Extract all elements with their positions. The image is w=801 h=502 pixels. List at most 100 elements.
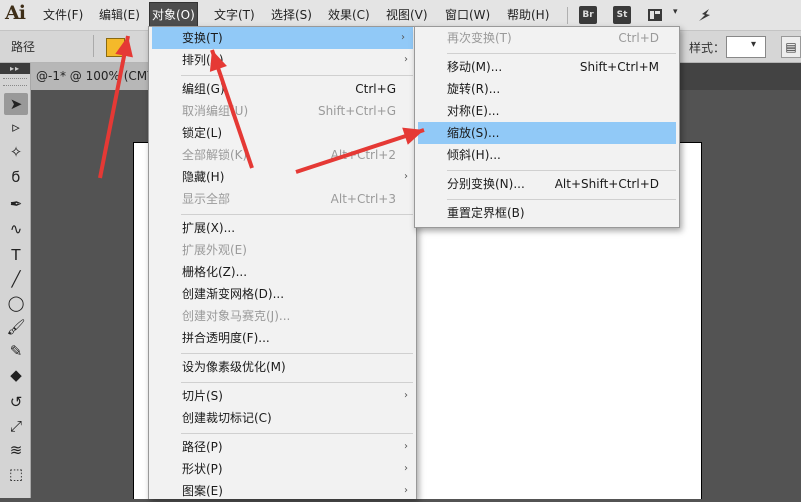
menu-item-label: 设为像素级优化(M) [182,360,286,374]
chevron-right-icon: › [404,441,408,452]
chevron-down-icon[interactable]: ▾ [673,7,678,17]
magic-wand-tool-icon[interactable]: ✧ [4,141,28,163]
chevron-right-icon: › [404,390,408,401]
menu-item[interactable]: 重置定界框(B) [415,202,679,224]
chevron-right-icon: › [404,485,408,496]
menu-item: 创建对象马赛克(J)... [149,305,416,327]
chevron-down-icon[interactable]: ▾ [751,39,756,50]
menu-item[interactable]: 创建渐变网格(D)... [149,283,416,305]
menu-item[interactable]: 缩放(S)... [418,122,676,144]
chevron-right-icon: › [404,171,408,182]
ellipse-tool-icon[interactable]: ◯ [4,292,28,314]
menu-item[interactable]: 锁定(L) › [149,122,416,144]
pen-tool-icon[interactable]: ✒ [4,193,28,215]
document-tab[interactable]: @-1* @ 100% (CMY [36,69,154,83]
menu-item[interactable]: 拼合透明度(F)... [149,327,416,349]
menu-item[interactable]: 排列(A) › [149,49,416,71]
menu-separator [447,169,676,171]
menu-item[interactable]: 切片(S) › [149,385,416,407]
menu-item[interactable]: 设为像素级优化(M) [149,356,416,378]
stock-button[interactable]: St [613,6,631,24]
menu-item-label: 创建裁切标记(C) [182,411,272,425]
menu-item-label: 显示全部 [182,192,231,206]
menu-item-label: 分别变换(N)... [447,177,525,191]
menu-item-shortcut: Shift+Ctrl+G [317,104,396,118]
menu-item[interactable]: 对称(E)... [415,100,679,122]
menu-item-label: 重置定界框(B) [447,206,525,220]
paintbrush-tool-icon[interactable]: 🖌 [4,316,28,338]
scale-tool-icon[interactable]: ⤢ [4,415,28,437]
menu-item-label: 扩展外观(E) [182,243,247,257]
chevron-right-icon: › [404,463,408,474]
menu-item[interactable]: 图案(E) › [149,480,416,502]
menu-item-label: 拼合透明度(F)... [182,331,270,345]
menu-item-label: 倾斜(H)... [447,148,501,162]
menu-item-label: 编组(G) [182,82,225,96]
type-tool-icon[interactable]: T [4,244,28,266]
line-segment-tool-icon[interactable]: ╱ [4,268,28,290]
gpu-performance-icon[interactable] [697,7,713,23]
menu-item[interactable]: 路径(P) › [149,436,416,458]
menu-item-label: 扩展(X)... [182,221,236,235]
fill-color-swatch[interactable] [106,38,125,57]
eraser-tool-icon[interactable]: ◆ [4,364,28,386]
menu-separator [181,381,413,383]
menu-separator [447,198,676,200]
object-menu: 变换(T) › 排列(A) › 编组(G) Ctrl+G 取消编组(U) Shift+Ctrl… [148,26,417,499]
free-transform-tool-icon[interactable]: ⬚ [4,463,28,485]
menu-separator [181,74,413,76]
panel-grip[interactable] [3,78,27,86]
menu-object[interactable]: 对象(O) [149,2,198,28]
menu-item-label: 创建渐变网格(D)... [182,287,285,301]
menu-item-label: 栅格化(Z)... [182,265,248,279]
menu-item[interactable]: 倾斜(H)... [415,144,679,166]
menu-item[interactable]: 栅格化(Z)... [149,261,416,283]
blob-brush-tool-icon[interactable]: ✎ [4,340,28,362]
menu-item[interactable]: 形状(P) › [149,458,416,480]
menu-item-shortcut: Shift+Ctrl+M [579,60,659,74]
menu-item[interactable]: 移动(M)... Shift+Ctrl+M [415,56,679,78]
workspace-layout-icon[interactable] [647,7,663,23]
style-picker[interactable] [726,36,766,58]
menu-item[interactable]: 隐藏(H) › [149,166,416,188]
menu-item[interactable]: 创建裁切标记(C) [149,407,416,429]
menu-edit[interactable]: 编辑(E) [99,0,140,30]
selection-tool-icon[interactable]: ➤ [4,93,28,115]
menu-item-label: 隐藏(H) [182,170,225,184]
menu-item[interactable]: 编组(G) Ctrl+G [149,78,416,100]
menu-item-shortcut: Alt+Shift+Ctrl+D [554,177,659,191]
menu-item-label: 切片(S) [182,389,223,403]
menu-item: 全部解锁(K) Alt+Ctrl+2 [149,144,416,166]
menu-item-label: 图案(E) [182,484,223,498]
menu-item: 再次变换(T) Ctrl+D [415,27,679,49]
menu-item-label: 缩放(S)... [447,126,500,140]
menu-item-label: 创建对象马赛克(J)... [182,309,291,323]
menu-divider [567,7,568,24]
menu-item-label: 旋转(R)... [447,82,501,96]
direct-selection-tool-icon[interactable]: ▹ [4,116,28,138]
chevron-right-icon: › [404,127,408,138]
menu-file[interactable]: 文件(F) [43,0,83,30]
panel-collapse-icon[interactable]: ▸▸ [0,63,30,74]
menu-item-label: 锁定(L) [182,126,223,140]
menu-item[interactable]: 分别变换(N)... Alt+Shift+Ctrl+D [415,173,679,195]
menu-item-label: 移动(M)... [447,60,503,74]
menu-item-label: 对称(E)... [447,104,500,118]
menu-item[interactable]: 变换(T) › [152,27,413,49]
bridge-button[interactable]: Br [579,6,597,24]
menu-item-shortcut: Alt+Ctrl+3 [330,192,396,206]
menu-item-label: 排列(A) [182,53,224,67]
curvature-tool-icon[interactable]: ∿ [4,218,28,240]
menu-item[interactable]: 旋转(R)... [415,78,679,100]
menu-item[interactable]: 扩展(X)... [149,217,416,239]
menu-item: 显示全部 Alt+Ctrl+3 [149,188,416,210]
control-panel-menu-button[interactable]: ▤ [781,36,801,58]
menu-item-label: 路径(P) [182,440,223,454]
lasso-tool-icon[interactable]: ϭ [4,166,28,188]
rotate-tool-icon[interactable]: ↺ [4,391,28,413]
menu-item-label: 变换(T) [182,31,223,45]
menu-item-label: 形状(P) [182,462,223,476]
warp-tool-icon[interactable]: ≋ [4,439,28,461]
style-label: 样式： [689,41,726,55]
menu-separator [181,213,413,215]
